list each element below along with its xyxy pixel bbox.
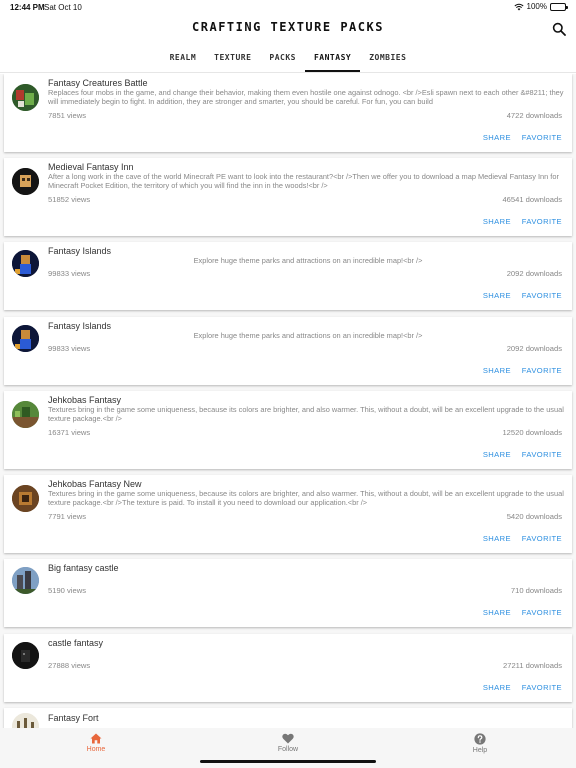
item-views: 27888 views xyxy=(48,661,91,670)
status-time: 12:44 PM xyxy=(10,3,45,12)
heart-icon xyxy=(282,733,294,744)
share-button[interactable]: SHARE xyxy=(483,534,511,543)
list-item[interactable]: Fantasy Islands Explore huge theme parks… xyxy=(4,242,572,310)
list-item[interactable]: Fantasy Creatures Battle Replaces four m… xyxy=(4,74,572,152)
app-title: CRAFTING TEXTURE PACKS xyxy=(192,20,384,34)
item-thumbnail xyxy=(12,713,39,728)
item-title[interactable]: Jehkobas Fantasy xyxy=(48,395,121,405)
nav-home-label: Home xyxy=(86,746,106,753)
nav-follow[interactable]: Follow xyxy=(240,733,336,753)
item-description: Textures bring in the game some uniquene… xyxy=(48,405,564,424)
list-item[interactable]: Fantasy Islands Explore huge theme parks… xyxy=(4,317,572,385)
favorite-button[interactable]: FAVORITE xyxy=(522,534,562,543)
item-description: Replaces four mobs in the game, and chan… xyxy=(48,88,564,107)
nav-help[interactable]: Help xyxy=(432,733,528,754)
list-item[interactable]: castle fantasy 27888 views 27211 downloa… xyxy=(4,634,572,702)
nav-follow-label: Follow xyxy=(277,746,299,753)
favorite-button[interactable]: FAVORITE xyxy=(522,683,562,692)
list-item[interactable]: Big fantasy castle 5190 views 710 downlo… xyxy=(4,559,572,627)
tab-zombies[interactable]: ZOMBIES xyxy=(360,46,415,72)
battery-icon xyxy=(550,2,568,11)
battery-percent: 100% xyxy=(526,2,547,11)
tab-texture[interactable]: TEXTURE xyxy=(205,46,260,72)
search-icon[interactable] xyxy=(552,22,566,36)
favorite-button[interactable]: FAVORITE xyxy=(522,366,562,375)
favorite-button[interactable]: FAVORITE xyxy=(522,133,562,142)
item-thumbnail xyxy=(12,401,39,428)
item-title[interactable]: castle fantasy xyxy=(48,638,103,648)
item-thumbnail xyxy=(12,168,39,195)
status-bar: 12:44 PM Sat Oct 10 100% xyxy=(0,0,576,14)
favorite-button[interactable]: FAVORITE xyxy=(522,450,562,459)
item-title[interactable]: Fantasy Islands xyxy=(48,321,111,331)
home-icon xyxy=(90,733,102,744)
item-downloads: 2092 downloads xyxy=(506,344,562,353)
item-views: 7851 views xyxy=(48,111,86,120)
wifi-icon xyxy=(514,3,524,10)
status-date: Sat Oct 10 xyxy=(44,3,82,12)
item-downloads: 2092 downloads xyxy=(506,269,562,278)
tab-packs[interactable]: PACKS xyxy=(260,46,305,72)
tab-realm[interactable]: REALM xyxy=(161,46,206,72)
list-item[interactable]: Fantasy Fort xyxy=(4,708,572,728)
item-list[interactable]: Fantasy Creatures Battle Replaces four m… xyxy=(0,74,576,728)
status-right: 100% xyxy=(514,2,568,11)
share-button[interactable]: SHARE xyxy=(483,683,511,692)
item-title[interactable]: Fantasy Creatures Battle xyxy=(48,78,148,88)
item-views: 99833 views xyxy=(48,269,91,278)
item-views: 16371 views xyxy=(48,428,91,437)
item-thumbnail xyxy=(12,84,39,111)
list-item[interactable]: Jehkobas Fantasy New Textures bring in t… xyxy=(4,475,572,553)
item-views: 99833 views xyxy=(48,344,91,353)
item-title[interactable]: Medieval Fantasy Inn xyxy=(48,162,134,172)
list-item[interactable]: Medieval Fantasy Inn After a long work i… xyxy=(4,158,572,236)
item-downloads: 4722 downloads xyxy=(506,111,562,120)
item-thumbnail xyxy=(12,567,39,594)
home-indicator xyxy=(200,760,376,763)
item-thumbnail xyxy=(12,485,39,512)
item-thumbnail xyxy=(12,642,39,669)
favorite-button[interactable]: FAVORITE xyxy=(522,608,562,617)
share-button[interactable]: SHARE xyxy=(483,450,511,459)
help-icon xyxy=(474,733,486,745)
item-description: After a long work in the cave of the wor… xyxy=(48,172,559,191)
item-thumbnail xyxy=(12,250,39,277)
nav-home[interactable]: Home xyxy=(48,733,144,753)
item-downloads: 46541 downloads xyxy=(502,195,562,204)
item-description: Explore huge theme parks and attractions… xyxy=(193,331,423,340)
item-downloads: 710 downloads xyxy=(510,586,562,595)
item-title[interactable]: Fantasy Fort xyxy=(48,713,99,723)
share-button[interactable]: SHARE xyxy=(483,133,511,142)
share-button[interactable]: SHARE xyxy=(483,217,511,226)
category-tabs: REALM TEXTURE PACKS FANTASY ZOMBIES xyxy=(0,46,576,72)
item-views: 5190 views xyxy=(48,586,86,595)
item-views: 7791 views xyxy=(48,512,86,521)
list-item[interactable]: Jehkobas Fantasy Textures bring in the g… xyxy=(4,391,572,469)
item-title[interactable]: Jehkobas Fantasy New xyxy=(48,479,142,489)
item-title[interactable]: Big fantasy castle xyxy=(48,563,119,573)
item-downloads: 5420 downloads xyxy=(506,512,562,521)
nav-help-label: Help xyxy=(472,747,488,754)
item-downloads: 27211 downloads xyxy=(503,661,562,670)
share-button[interactable]: SHARE xyxy=(483,291,511,300)
item-title[interactable]: Fantasy Islands xyxy=(48,246,111,256)
item-downloads: 12520 downloads xyxy=(502,428,562,437)
item-thumbnail xyxy=(12,325,39,352)
item-description: Explore huge theme parks and attractions… xyxy=(193,256,423,265)
favorite-button[interactable]: FAVORITE xyxy=(522,291,562,300)
share-button[interactable]: SHARE xyxy=(483,608,511,617)
tab-fantasy[interactable]: FANTASY xyxy=(304,46,361,72)
item-description: Textures bring in the game some uniquene… xyxy=(48,489,564,508)
favorite-button[interactable]: FAVORITE xyxy=(522,217,562,226)
item-views: 51852 views xyxy=(48,195,91,204)
tabs-divider xyxy=(0,72,576,73)
share-button[interactable]: SHARE xyxy=(483,366,511,375)
